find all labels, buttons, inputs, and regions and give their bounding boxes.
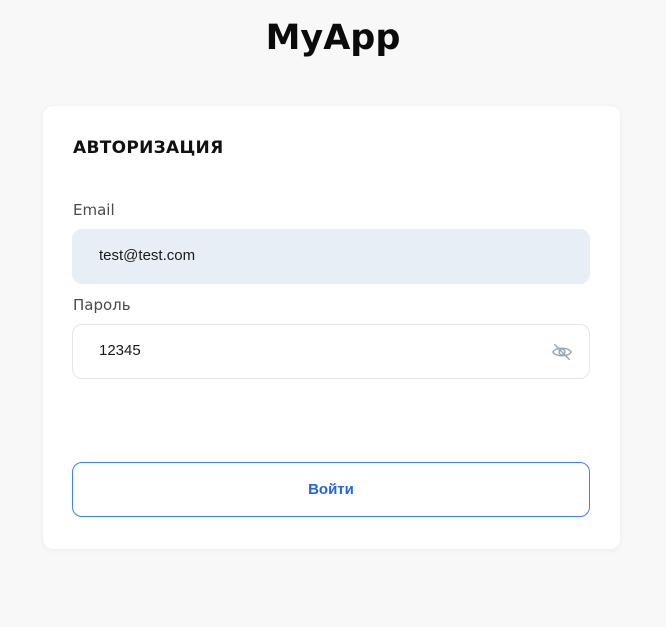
- email-value: test@test.com: [99, 247, 196, 264]
- password-field[interactable]: 12345: [72, 324, 590, 379]
- login-card: АВТОРИЗАЦИЯ Email test@test.com Пароль 1…: [43, 106, 620, 549]
- email-label: Email: [73, 201, 115, 219]
- login-button[interactable]: Войти: [72, 462, 590, 517]
- app-title: MyApp: [265, 18, 401, 58]
- form-title: АВТОРИЗАЦИЯ: [73, 138, 224, 158]
- password-value: 12345: [99, 342, 141, 359]
- email-field[interactable]: test@test.com: [72, 229, 590, 284]
- eye-off-icon[interactable]: [551, 341, 573, 363]
- password-label: Пароль: [73, 296, 131, 314]
